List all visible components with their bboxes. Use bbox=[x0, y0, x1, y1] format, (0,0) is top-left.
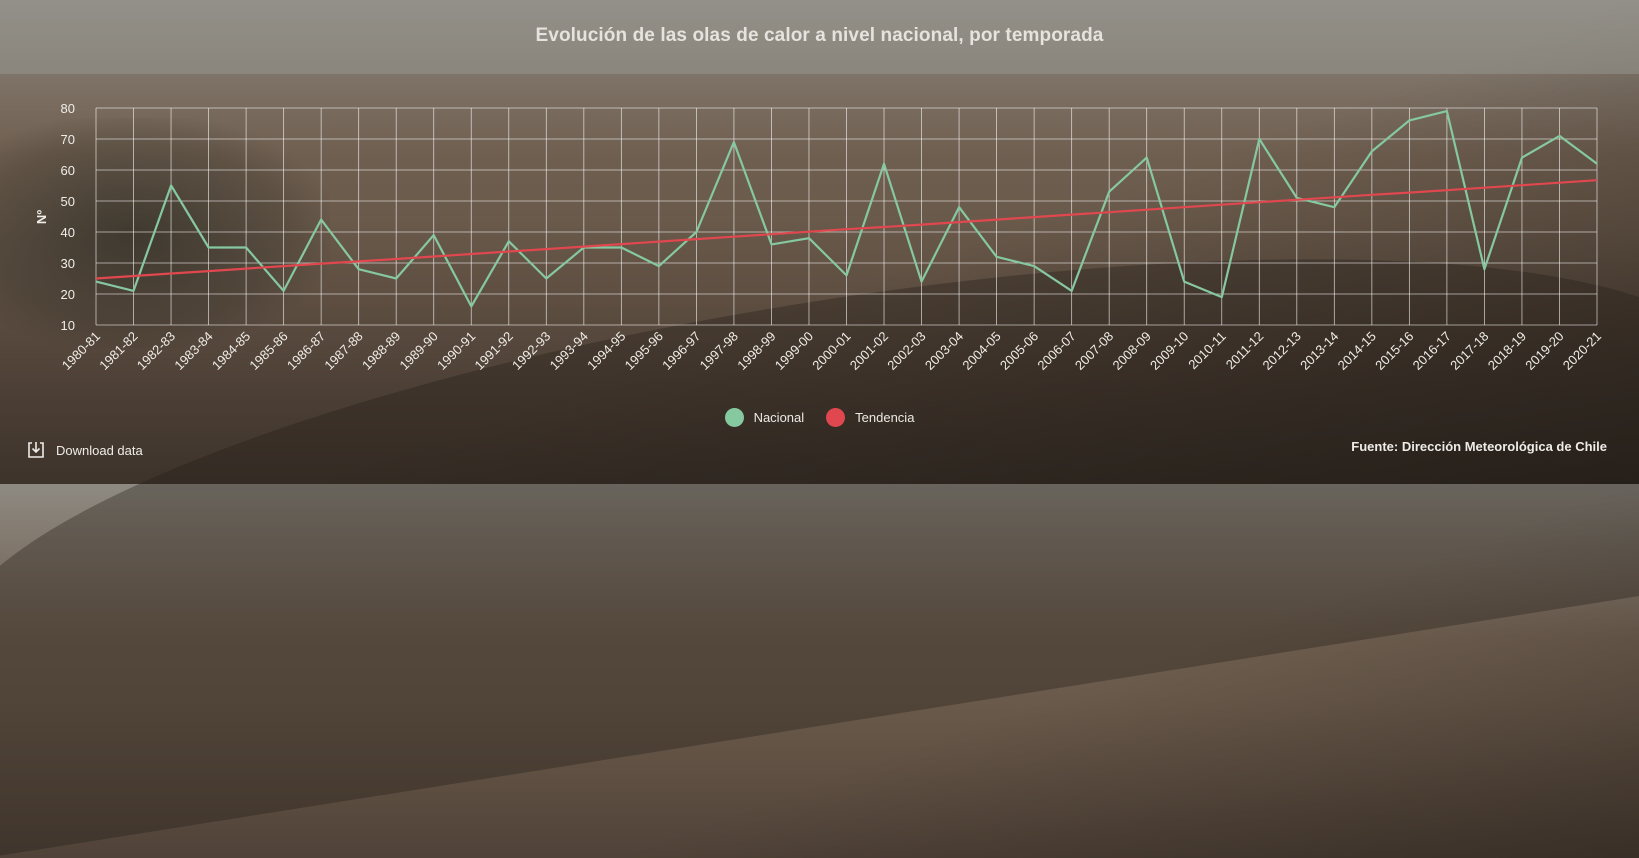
download-data-button[interactable]: Download data bbox=[26, 440, 143, 460]
x-tick-label: 1996-97 bbox=[659, 329, 703, 373]
x-tick-label: 1987-88 bbox=[321, 329, 365, 373]
legend-label-tendencia: Tendencia bbox=[855, 410, 915, 425]
download-icon bbox=[28, 442, 44, 458]
y-tick-label: 60 bbox=[61, 163, 75, 178]
legend-swatch-tendencia bbox=[826, 408, 846, 427]
y-tick-label: 80 bbox=[61, 101, 75, 116]
x-tick-label: 1998-99 bbox=[734, 329, 778, 373]
y-axis-label: Nº bbox=[34, 210, 49, 224]
x-tick-label: 2017-18 bbox=[1447, 329, 1491, 373]
x-tick-label: 2003-04 bbox=[922, 329, 966, 373]
y-tick-label: 70 bbox=[61, 132, 75, 147]
x-tick-label: 2001-02 bbox=[847, 329, 891, 373]
x-tick-label: 1990-91 bbox=[434, 329, 478, 373]
x-tick-label: 1989-90 bbox=[396, 329, 440, 373]
x-tick-label: 2015-16 bbox=[1372, 329, 1416, 373]
y-tick-label: 30 bbox=[61, 256, 75, 271]
x-tick-label: 2004-05 bbox=[959, 329, 1003, 373]
x-tick-label: 1994-95 bbox=[584, 329, 628, 373]
x-tick-label: 2000-01 bbox=[809, 329, 853, 373]
y-tick-label: 20 bbox=[61, 287, 75, 302]
x-tick-label: 2005-06 bbox=[997, 329, 1041, 373]
x-tick-label: 2009-10 bbox=[1147, 329, 1191, 373]
x-tick-label: 1993-94 bbox=[547, 329, 591, 373]
y-tick-label: 50 bbox=[61, 194, 75, 209]
y-tick-label: 10 bbox=[61, 318, 75, 333]
y-axis-ticks: 10 20 30 40 50 60 70 80 bbox=[61, 101, 75, 333]
x-tick-label: 1988-89 bbox=[359, 329, 403, 373]
download-data-label: Download data bbox=[56, 442, 143, 458]
legend-item-tendencia[interactable]: Tendencia bbox=[826, 408, 914, 427]
x-tick-label: 2018-19 bbox=[1485, 329, 1529, 373]
x-tick-label: 1999-00 bbox=[772, 329, 816, 373]
x-tick-label: 2002-03 bbox=[884, 329, 928, 373]
x-tick-label: 1982-83 bbox=[134, 329, 178, 373]
legend-item-nacional[interactable]: Nacional bbox=[724, 408, 805, 427]
y-tick-label: 40 bbox=[61, 225, 75, 240]
x-tick-label: 2008-09 bbox=[1109, 329, 1153, 373]
x-axis-ticks: 1980-811981-821982-831983-841984-851985-… bbox=[59, 329, 1604, 373]
x-tick-label: 2006-07 bbox=[1034, 329, 1078, 373]
x-tick-label: 2014-15 bbox=[1335, 329, 1379, 373]
legend-label-nacional: Nacional bbox=[753, 410, 805, 425]
line-chart: 1020304050607080 1980-811981-821982-8319… bbox=[34, 101, 1604, 373]
x-tick-label: 1986-87 bbox=[284, 329, 328, 373]
x-tick-label: 2010-11 bbox=[1185, 329, 1229, 373]
x-tick-label: 1985-86 bbox=[246, 329, 290, 373]
x-tick-label: 1984-85 bbox=[209, 329, 253, 373]
x-tick-label: 2011-12 bbox=[1223, 329, 1267, 373]
legend: Nacional Tendencia bbox=[0, 408, 1639, 427]
x-tick-label: 2013-14 bbox=[1297, 329, 1341, 373]
x-tick-label: 1981-82 bbox=[96, 329, 140, 373]
x-tick-label: 1983-84 bbox=[171, 329, 215, 373]
x-tick-label: 2007-08 bbox=[1072, 329, 1116, 373]
x-tick-label: 2012-13 bbox=[1260, 329, 1304, 373]
source-credit: Fuente: Dirección Meteorológica de Chile bbox=[1351, 439, 1607, 454]
x-tick-label: 1980-81 bbox=[59, 329, 103, 373]
x-tick-label: 2020-21 bbox=[1560, 329, 1604, 373]
x-tick-label: 1991-92 bbox=[472, 329, 516, 373]
x-tick-label: 1995-96 bbox=[622, 329, 666, 373]
x-tick-label: 1992-93 bbox=[509, 329, 553, 373]
grid-lines bbox=[95, 107, 1598, 326]
x-tick-label: 2019-20 bbox=[1522, 329, 1566, 373]
x-tick-label: 1997-98 bbox=[697, 329, 741, 373]
legend-swatch-nacional bbox=[724, 408, 744, 427]
x-tick-label: 2016-17 bbox=[1410, 329, 1454, 373]
